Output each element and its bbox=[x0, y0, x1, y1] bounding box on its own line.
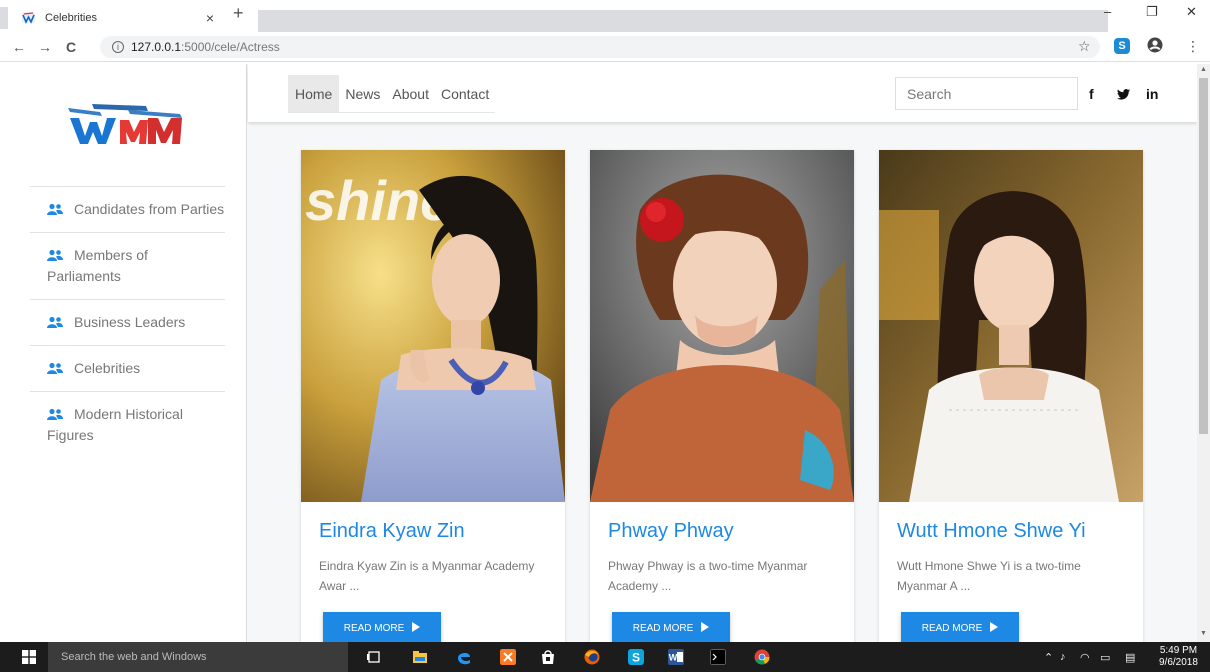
celebrity-card: shine Eindra Kyaw Zin Eindra Kyaw Zin is… bbox=[301, 150, 565, 642]
reload-button[interactable]: C bbox=[60, 39, 82, 55]
celebrity-description: Eindra Kyaw Zin is a Myanmar Academy Awa… bbox=[319, 559, 535, 593]
read-more-button[interactable]: READ MORE bbox=[612, 612, 730, 642]
edge-browser-icon[interactable] bbox=[456, 649, 472, 665]
nav-about[interactable]: About bbox=[386, 75, 435, 112]
sidebar-item-celebrities[interactable]: Celebrities bbox=[30, 345, 225, 391]
url-host: 127.0.0.1 bbox=[131, 40, 182, 54]
sidebar-item-label: Modern Historical Figures bbox=[47, 406, 183, 443]
svg-text:S: S bbox=[632, 651, 640, 665]
nav-news[interactable]: News bbox=[339, 75, 386, 112]
users-icon bbox=[47, 203, 63, 215]
facebook-icon[interactable]: f bbox=[1089, 86, 1094, 102]
page-scrollbar[interactable]: ▲ ▼ bbox=[1197, 64, 1210, 642]
play-icon bbox=[412, 622, 421, 632]
read-more-button[interactable]: READ MORE bbox=[901, 612, 1019, 642]
users-icon bbox=[47, 316, 63, 328]
celebrity-name[interactable]: Phway Phway bbox=[608, 520, 734, 543]
forward-button[interactable]: → bbox=[34, 39, 56, 55]
web-page: Candidates from Parties Members of Parli… bbox=[0, 64, 1197, 642]
top-navbar: Home News About Contact f in bbox=[248, 64, 1197, 122]
clock-date: 9/6/2018 bbox=[1159, 657, 1198, 668]
celebrity-photo[interactable]: shine bbox=[301, 150, 565, 502]
celebrity-photo[interactable] bbox=[590, 150, 854, 502]
nav-home[interactable]: Home bbox=[288, 75, 340, 112]
task-view-icon[interactable] bbox=[366, 649, 382, 665]
command-prompt-icon[interactable] bbox=[710, 649, 726, 665]
word-icon[interactable]: W bbox=[668, 649, 684, 665]
play-icon bbox=[990, 622, 999, 632]
browser-tab-bar: Celebrities × + – ❐ ✕ bbox=[0, 0, 1210, 32]
new-tab-button[interactable]: + bbox=[233, 3, 244, 24]
xampp-icon[interactable] bbox=[500, 649, 516, 665]
celebrity-name[interactable]: Eindra Kyaw Zin bbox=[319, 520, 465, 543]
skype-app-icon[interactable]: S bbox=[628, 649, 644, 665]
celebrity-card: Wutt Hmone Shwe Yi Wutt Hmone Shwe Yi is… bbox=[879, 150, 1143, 642]
svg-text:W: W bbox=[669, 653, 678, 663]
search-input[interactable] bbox=[895, 77, 1078, 110]
skype-extension-icon[interactable]: S bbox=[1114, 38, 1130, 54]
nav-contact[interactable]: Contact bbox=[435, 75, 495, 112]
browser-menu-icon[interactable]: ⋮ bbox=[1186, 38, 1200, 55]
sidebar-item-label: Celebrities bbox=[74, 360, 141, 376]
taskbar-search-input[interactable]: Search the web and Windows bbox=[48, 642, 348, 672]
sidebar-item-business[interactable]: Business Leaders bbox=[30, 299, 225, 345]
tab-strip bbox=[258, 10, 1108, 32]
taskbar-clock[interactable]: 5:49 PM 9/6/2018 bbox=[1159, 645, 1198, 669]
minimize-button[interactable]: – bbox=[1104, 4, 1111, 19]
celebrity-description: Wutt Hmone Shwe Yi is a two-time Myanmar… bbox=[897, 559, 1081, 593]
notifications-icon[interactable]: ▤ bbox=[1125, 651, 1135, 664]
sidebar-item-parliament[interactable]: Members of Parliaments bbox=[30, 232, 225, 299]
wifi-icon[interactable]: ◠ bbox=[1080, 651, 1090, 664]
users-icon bbox=[47, 249, 63, 261]
sidebar-item-label: Business Leaders bbox=[74, 314, 186, 330]
volume-icon[interactable]: ♪ bbox=[1060, 651, 1066, 663]
scrollbar-thumb[interactable] bbox=[1199, 78, 1208, 434]
scroll-up-icon[interactable]: ▲ bbox=[1200, 66, 1207, 73]
read-more-button[interactable]: READ MORE bbox=[323, 612, 441, 642]
celebrity-card: Phway Phway Phway Phway is a two-time My… bbox=[590, 150, 854, 642]
tab-close-icon[interactable]: × bbox=[206, 10, 214, 26]
tab-strip-edge bbox=[0, 7, 8, 29]
category-list: Candidates from Parties Members of Parli… bbox=[30, 186, 225, 458]
scroll-down-icon[interactable]: ▼ bbox=[1200, 630, 1207, 637]
url-path: :5000/cele/Actress bbox=[181, 40, 280, 54]
file-explorer-icon[interactable] bbox=[412, 649, 428, 665]
profile-icon[interactable] bbox=[1147, 37, 1163, 56]
sidebar-item-candidates[interactable]: Candidates from Parties bbox=[30, 186, 225, 232]
main-menu: Home News About Contact bbox=[288, 75, 496, 113]
clock-time: 5:49 PM bbox=[1159, 645, 1198, 656]
battery-icon[interactable]: ▭ bbox=[1100, 651, 1110, 664]
bookmark-star-icon[interactable]: ☆ bbox=[1078, 38, 1091, 55]
linkedin-icon[interactable]: in bbox=[1146, 86, 1158, 102]
site-logo[interactable] bbox=[62, 100, 190, 150]
sidebar: Candidates from Parties Members of Parli… bbox=[0, 64, 247, 642]
read-more-label: READ MORE bbox=[632, 623, 694, 634]
celebrity-description: Phway Phway is a two-time Myanmar Academ… bbox=[608, 559, 808, 593]
close-window-button[interactable]: ✕ bbox=[1186, 4, 1197, 20]
back-button[interactable]: ← bbox=[8, 39, 30, 55]
browser-tab[interactable]: Celebrities × bbox=[8, 3, 224, 32]
users-icon bbox=[47, 408, 63, 420]
address-bar[interactable]: i 127.0.0.1:5000/cele/Actress bbox=[100, 36, 1100, 58]
store-icon[interactable] bbox=[540, 649, 556, 665]
celebrity-name[interactable]: Wutt Hmone Shwe Yi bbox=[897, 520, 1086, 543]
site-favicon-icon bbox=[22, 11, 35, 24]
tray-chevron-icon[interactable]: ⌃ bbox=[1044, 651, 1053, 664]
sidebar-item-historical[interactable]: Modern Historical Figures bbox=[30, 391, 225, 458]
twitter-icon[interactable] bbox=[1117, 87, 1130, 103]
celebrity-photo[interactable] bbox=[879, 150, 1143, 502]
users-icon bbox=[47, 362, 63, 374]
read-more-label: READ MORE bbox=[343, 623, 405, 634]
windows-taskbar: Search the web and Windows S W ⌃ ♪ ◠ ▭ ▤… bbox=[0, 642, 1210, 672]
tab-title: Celebrities bbox=[45, 11, 97, 24]
chrome-icon[interactable] bbox=[754, 649, 770, 665]
sidebar-item-label: Candidates from Parties bbox=[74, 201, 225, 217]
windows-start-icon[interactable] bbox=[22, 650, 36, 664]
play-icon bbox=[701, 622, 710, 632]
read-more-label: READ MORE bbox=[921, 623, 983, 634]
info-icon[interactable]: i bbox=[112, 41, 124, 53]
restore-button[interactable]: ❐ bbox=[1146, 4, 1158, 20]
firefox-icon[interactable] bbox=[584, 649, 600, 665]
